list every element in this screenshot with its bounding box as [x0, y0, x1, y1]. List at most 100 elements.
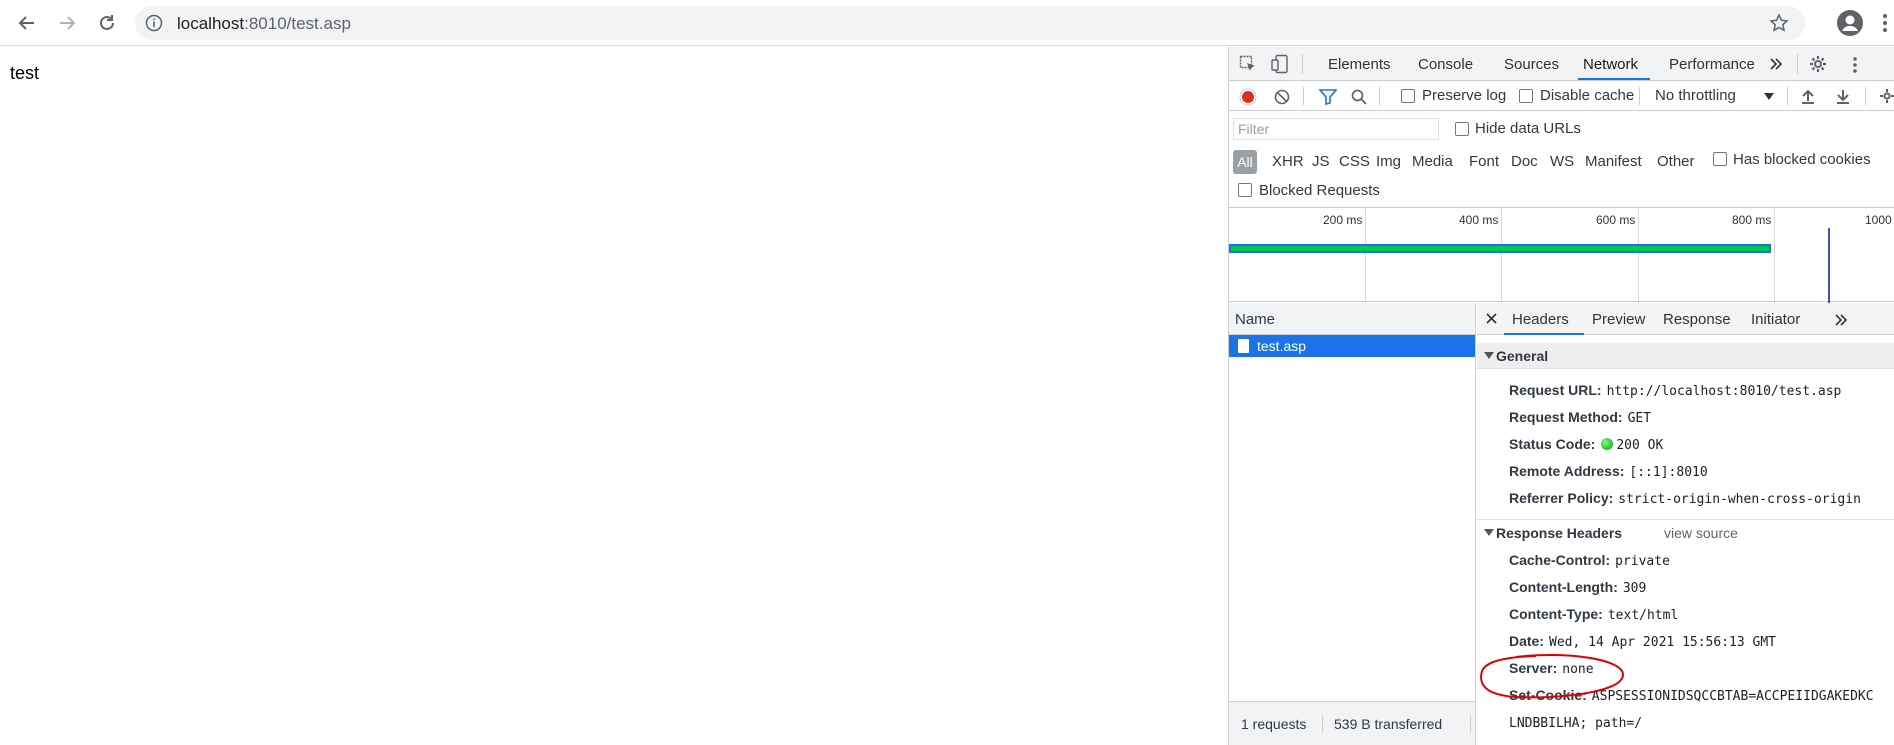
response-headers-section-header[interactable]: Response Headers view source	[1477, 519, 1894, 545]
close-detail-icon[interactable]	[1486, 313, 1497, 324]
type-filter-all[interactable]: All	[1233, 150, 1257, 174]
type-filter-doc[interactable]: Doc	[1511, 153, 1538, 170]
tick-gridline	[1774, 208, 1775, 303]
devtools-panel: Elements Console Sources Network Perform…	[1228, 47, 1894, 745]
forward-arrow-icon	[60, 16, 76, 30]
disable-cache-checkbox[interactable]	[1519, 89, 1533, 103]
throttling-select[interactable]: No throttling	[1655, 87, 1736, 104]
more-tabs-chevron-icon[interactable]	[1769, 58, 1783, 70]
reload-icon	[100, 15, 114, 30]
type-filter-font[interactable]: Font	[1469, 153, 1499, 170]
detail-tab-preview[interactable]: Preview	[1592, 311, 1645, 328]
detail-tab-response[interactable]: Response	[1663, 311, 1731, 328]
detail-tab-initiator[interactable]: Initiator	[1751, 311, 1800, 328]
requests-list: test.asp	[1229, 335, 1476, 701]
back-arrow-icon	[18, 16, 34, 30]
request-row[interactable]: test.asp	[1229, 335, 1475, 357]
header-row: Content-Type: text/html	[1509, 606, 1679, 623]
type-filter-manifest[interactable]: Manifest	[1585, 153, 1642, 170]
active-detail-tab-indicator	[1504, 333, 1584, 335]
request-detail-tabbar: Headers Preview Response Initiator	[1477, 303, 1894, 335]
header-row: Cache-Control: private	[1509, 552, 1670, 569]
separator	[1639, 87, 1640, 105]
tick-gridline	[1638, 208, 1639, 303]
tick-label: 600 ms	[1596, 213, 1636, 227]
search-icon[interactable]	[1351, 89, 1367, 105]
tab-console[interactable]: Console	[1418, 56, 1473, 73]
inspect-element-icon[interactable]	[1239, 55, 1257, 73]
settings-gear-icon[interactable]	[1809, 55, 1827, 73]
tab-sources[interactable]: Sources	[1504, 56, 1559, 73]
filter-input[interactable]: Filter	[1233, 118, 1439, 140]
filter-funnel-icon[interactable]	[1319, 89, 1337, 105]
status-ok-dot-icon	[1601, 438, 1614, 450]
request-name: test.asp	[1257, 338, 1307, 354]
type-filter-css[interactable]: CSS	[1339, 153, 1370, 170]
record-icon[interactable]	[1239, 88, 1257, 106]
back-button[interactable]	[13, 9, 41, 37]
collapse-triangle-icon	[1484, 529, 1494, 536]
info-icon[interactable]	[145, 14, 163, 32]
preserve-log-label: Preserve log	[1422, 87, 1507, 104]
column-name-header[interactable]: Name	[1235, 311, 1275, 328]
browser-menu-icon[interactable]	[1880, 12, 1890, 34]
detail-tab-headers[interactable]: Headers	[1512, 311, 1569, 328]
network-settings-gear-icon[interactable]	[1879, 88, 1894, 104]
bookmark-star-icon[interactable]	[1769, 13, 1789, 33]
requests-table-header: Name	[1229, 303, 1476, 335]
device-toolbar-icon[interactable]	[1271, 54, 1289, 74]
header-row: Request Method: GET	[1509, 409, 1652, 426]
header-row: Content-Length: 309	[1509, 579, 1647, 596]
load-event-marker	[1828, 228, 1830, 303]
header-row: Remote Address: [::1]:8010	[1509, 463, 1708, 480]
more-detail-tabs-chevron-icon[interactable]	[1834, 314, 1848, 326]
reload-button[interactable]	[93, 9, 121, 37]
tab-elements[interactable]: Elements	[1328, 56, 1391, 73]
hide-data-urls-checkbox[interactable]	[1455, 122, 1469, 136]
profile-avatar-icon[interactable]	[1836, 9, 1864, 37]
disable-cache-label: Disable cache	[1540, 87, 1635, 104]
tab-performance[interactable]: Performance	[1669, 56, 1755, 73]
separator	[1787, 87, 1788, 105]
type-filter-media[interactable]: Media	[1412, 153, 1453, 170]
general-section-header[interactable]: General	[1477, 343, 1894, 369]
separator	[1322, 715, 1323, 733]
separator	[1303, 87, 1304, 105]
header-row: Request URL: http://localhost:8010/test.a…	[1509, 382, 1842, 399]
separator	[1797, 54, 1798, 74]
separator	[1470, 715, 1471, 733]
type-filter-img[interactable]: Img	[1376, 153, 1401, 170]
page-body-text: test	[10, 63, 40, 83]
header-row: Status Code: 200 OK	[1509, 436, 1664, 453]
clear-icon[interactable]	[1274, 89, 1290, 105]
has-blocked-cookies-label: Has blocked cookies	[1733, 151, 1871, 168]
has-blocked-cookies-checkbox[interactable]	[1713, 152, 1727, 166]
separator	[1865, 87, 1866, 105]
separator	[1379, 87, 1380, 105]
blocked-requests-checkbox[interactable]	[1238, 183, 1252, 197]
type-filter-xhr[interactable]: XHR	[1272, 153, 1304, 170]
type-filter-js[interactable]: JS	[1312, 153, 1330, 170]
export-har-icon[interactable]	[1835, 88, 1851, 104]
hide-data-urls-label: Hide data URLs	[1475, 120, 1581, 137]
header-row-continuation: LNDBBILHA; path=/	[1509, 716, 1643, 731]
tab-network[interactable]: Network	[1583, 56, 1638, 73]
type-filter-other[interactable]: Other	[1657, 153, 1695, 170]
network-overview-timeline[interactable]: 200 ms 400 ms 600 ms 800 ms 1000	[1229, 207, 1894, 303]
type-filter-ws[interactable]: WS	[1550, 153, 1574, 170]
general-section-title: General	[1496, 348, 1549, 364]
import-har-icon[interactable]	[1800, 88, 1816, 104]
blocked-requests-label: Blocked Requests	[1259, 182, 1380, 199]
forward-button[interactable]	[53, 9, 81, 37]
devtools-menu-icon[interactable]	[1851, 56, 1859, 74]
address-bar[interactable]: localhost:8010/test.asp	[135, 6, 1805, 40]
request-timing-bar	[1229, 244, 1771, 253]
browser-toolbar: localhost:8010/test.asp	[0, 0, 1894, 46]
throttling-dropdown-icon[interactable]	[1764, 93, 1774, 100]
preserve-log-checkbox[interactable]	[1401, 89, 1415, 103]
tick-label: 400 ms	[1459, 213, 1499, 227]
header-row: Referrer Policy: strict-origin-when-cross…	[1509, 490, 1861, 507]
tick-label: 1000	[1865, 213, 1892, 227]
view-source-link[interactable]: view source	[1664, 525, 1738, 541]
response-headers-title: Response Headers	[1496, 525, 1623, 541]
